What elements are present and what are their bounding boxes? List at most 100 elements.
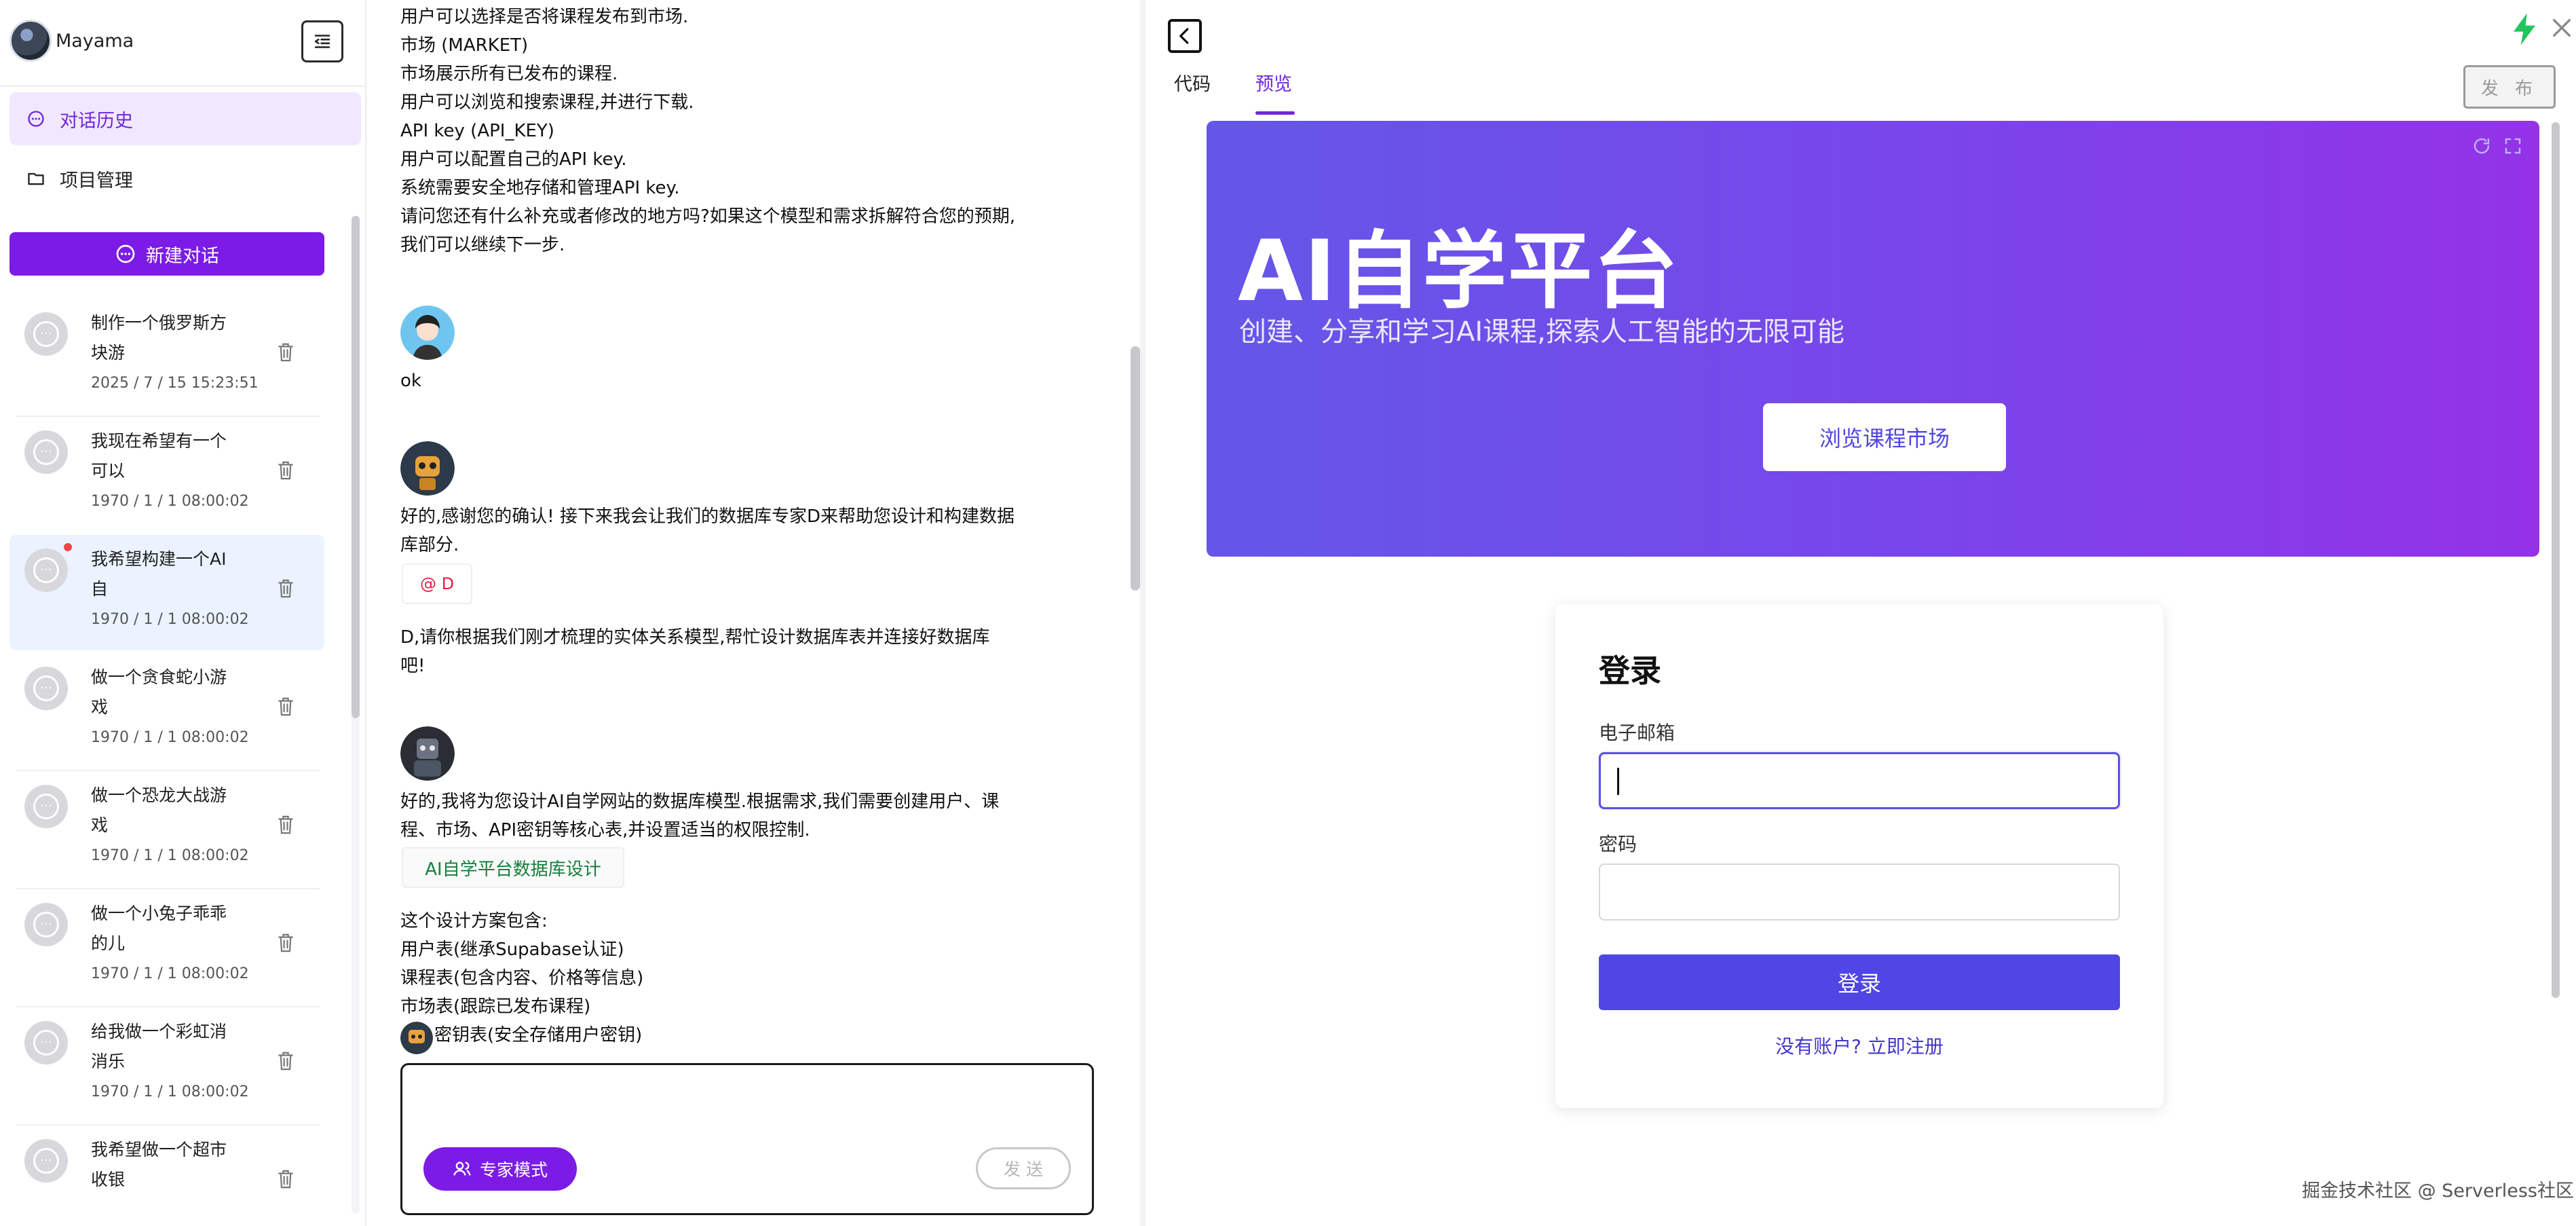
tab-code[interactable]: 代码	[1174, 69, 1211, 96]
email-field[interactable]	[1599, 752, 2120, 809]
trash-icon[interactable]	[276, 459, 296, 482]
conversation-item[interactable]: ··· 做一个小兔子乖乖的儿 1970 / 1 / 1 08:00:02	[10, 889, 324, 1005]
conversation-title: 做一个恐龙大战游戏	[91, 785, 227, 835]
nav-project-management[interactable]: 项目管理	[10, 152, 361, 205]
message-line: 用户可以配置自己的API key.	[400, 149, 627, 170]
message-line: 好的,我将为您设计AI自学网站的数据库模型.根据需求,我们需要创建用户、课	[400, 792, 1000, 812]
chevron-left-icon	[1179, 28, 1189, 44]
mention-tag[interactable]: @ D	[402, 563, 472, 604]
panel-resize-handle[interactable]	[1140, 0, 1145, 1226]
conversation-title: 我现在希望有一个可以	[91, 431, 227, 481]
conversation-item-selected[interactable]: ··· 我希望构建一个AI自 1970 / 1 / 1 08:00:02	[10, 535, 324, 650]
sidebar-divider	[0, 86, 366, 87]
user-avatar	[10, 20, 52, 62]
sidebar: Mayama 对话历史 项目管理 新建对话 ··· 制作一个俄罗斯方块游 202…	[0, 0, 366, 1226]
conversation-time: 1970 / 1 / 1 08:00:02	[91, 729, 249, 746]
message-line: 程、市场、API密钥等核心表,并设置适当的权限控制.	[400, 820, 810, 840]
trash-icon[interactable]	[276, 695, 296, 718]
new-chat-button[interactable]: 新建对话	[10, 232, 324, 276]
preview-scrollbar[interactable]	[2552, 122, 2560, 998]
artifact-card[interactable]: AI自学平台数据库设计	[402, 847, 624, 888]
trash-icon[interactable]	[276, 813, 296, 836]
message-line: 密钥表(安全存储用户密钥)	[434, 1025, 643, 1045]
conversation-item[interactable]: ··· 我现在希望有一个可以 1970 / 1 / 1 08:00:02	[10, 417, 324, 532]
chat-bubble-icon: ···	[24, 1139, 68, 1183]
message-line: 用户可以选择是否将课程发布到市场.	[400, 7, 689, 27]
back-button[interactable]	[1168, 19, 1202, 53]
active-tab-indicator	[1255, 111, 1295, 115]
message-line: 用户表(继承Supabase认证)	[400, 940, 624, 960]
conversation-title: 我希望做一个超市收银	[91, 1140, 227, 1189]
nav-chat-history[interactable]: 对话历史	[10, 92, 361, 145]
message-line: 市场表(跟踪已发布课程)	[400, 997, 591, 1017]
trash-icon[interactable]	[276, 931, 296, 954]
collapse-sidebar-button[interactable]	[301, 20, 343, 62]
conversation-time: 1970 / 1 / 1 08:00:02	[91, 965, 249, 982]
message-line: 市场 (MARKET)	[400, 35, 529, 56]
conversation-title: 我希望构建一个AI自	[91, 549, 227, 599]
login-submit-button[interactable]: 登录	[1599, 954, 2120, 1010]
user-message-text: ok	[400, 371, 421, 391]
conversation-scrollbar-thumb[interactable]	[352, 216, 360, 718]
trash-icon[interactable]	[276, 577, 296, 600]
conversation-item[interactable]: ··· 做一个恐龙大战游戏 1970 / 1 / 1 08:00:02	[10, 771, 324, 887]
conversation-title: 制作一个俄罗斯方块游	[91, 313, 227, 363]
trash-icon[interactable]	[276, 1168, 296, 1191]
conversation-item[interactable]: ··· 我希望做一个超市收银	[10, 1126, 324, 1221]
message-line: 用户可以浏览和搜索课程,并进行下载.	[400, 92, 694, 113]
conversation-title: 做一个小兔子乖乖的儿	[91, 904, 227, 953]
message-line: 吧!	[400, 656, 425, 676]
message-line: 系统需要安全地存储和管理API key.	[400, 178, 680, 198]
fullscreen-icon[interactable]	[2503, 136, 2523, 156]
conversation-time: 1970 / 1 / 1 08:00:02	[91, 1083, 249, 1100]
hero-subtitle: 创建、分享和学习AI课程,探索人工智能的无限可能	[1239, 316, 1844, 348]
password-field[interactable]	[1599, 863, 2120, 921]
chat-scrollbar[interactable]	[1131, 346, 1140, 591]
message-line: 课程表(包含内容、价格等信息)	[400, 968, 644, 988]
nav-project-management-label: 项目管理	[60, 170, 133, 191]
user-profile[interactable]: Mayama	[10, 19, 134, 62]
chat-input[interactable]	[400, 1063, 1094, 1215]
conversation-time: 1970 / 1 / 1 08:00:02	[91, 611, 249, 628]
user-message-avatar	[400, 305, 455, 360]
conversation-item[interactable]: ··· 做一个贪食蛇小游戏 1970 / 1 / 1 08:00:02	[10, 653, 324, 768]
preview-panel: 代码 预览 发 布 AI自学平台 创建、分享和学习AI课程,探索人工智能的无限可…	[1145, 0, 2576, 1226]
chat-bubble-icon: ···	[24, 785, 68, 828]
register-link[interactable]: 没有账户? 立即注册	[1555, 1032, 2163, 1059]
conversation-item[interactable]: ··· 给我做一个彩虹消消乐 1970 / 1 / 1 08:00:02	[10, 1007, 324, 1123]
hero-title: AI自学平台	[1238, 223, 1680, 320]
refresh-icon[interactable]	[2471, 136, 2492, 156]
conversation-time: 1970 / 1 / 1 08:00:02	[91, 847, 249, 864]
text-caret	[1617, 768, 1619, 795]
lightning-icon[interactable]	[2509, 12, 2539, 46]
chat-bubble-icon: ···	[24, 903, 68, 946]
agent-avatar-small	[400, 1022, 433, 1054]
chat-panel: 用户可以选择是否将课程发布到市场. 市场 (MARKET) 市场展示所有已发布的…	[366, 0, 1140, 1226]
conversation-item[interactable]: ··· 制作一个俄罗斯方块游 2025 / 7 / 15 15:23:51	[10, 299, 324, 414]
browse-market-button[interactable]: 浏览课程市场	[1763, 403, 2006, 471]
send-button[interactable]: 发 送	[976, 1147, 1071, 1189]
message-line: 请问您还有什么补充或者修改的地方吗?如果这个模型和需求拆解符合您的预期,	[400, 206, 1016, 227]
conversation-time: 2025 / 7 / 15 15:23:51	[91, 375, 259, 392]
close-icon[interactable]	[2550, 16, 2573, 39]
expert-mode-button[interactable]: 专家模式	[423, 1147, 577, 1191]
chat-bubble-icon: ···	[24, 549, 68, 592]
chat-bubble-icon	[116, 244, 135, 263]
folder-icon	[26, 168, 46, 189]
agent-avatar	[400, 726, 455, 781]
new-chat-label: 新建对话	[146, 245, 219, 267]
message-line: 市场展示所有已发布的课程.	[400, 64, 618, 84]
unread-dot	[64, 543, 72, 551]
conversation-title: 给我做一个彩虹消消乐	[91, 1022, 227, 1071]
trash-icon[interactable]	[276, 1049, 296, 1073]
message-line: 好的,感谢您的确认! 接下来我会让我们的数据库专家D来帮助您设计和构建数据	[400, 506, 1015, 527]
login-card: 登录 电子邮箱 密码 登录 没有账户? 立即注册	[1555, 604, 2163, 1108]
tab-preview[interactable]: 预览	[1255, 69, 1292, 96]
password-label: 密码	[1599, 833, 1637, 855]
agent-avatar	[400, 441, 455, 496]
publish-button[interactable]: 发 布	[2463, 65, 2556, 109]
message-line: 我们可以继续下一步.	[400, 235, 565, 255]
trash-icon[interactable]	[276, 341, 296, 364]
message-line: 这个设计方案包含:	[400, 911, 548, 931]
users-icon	[453, 1162, 471, 1176]
